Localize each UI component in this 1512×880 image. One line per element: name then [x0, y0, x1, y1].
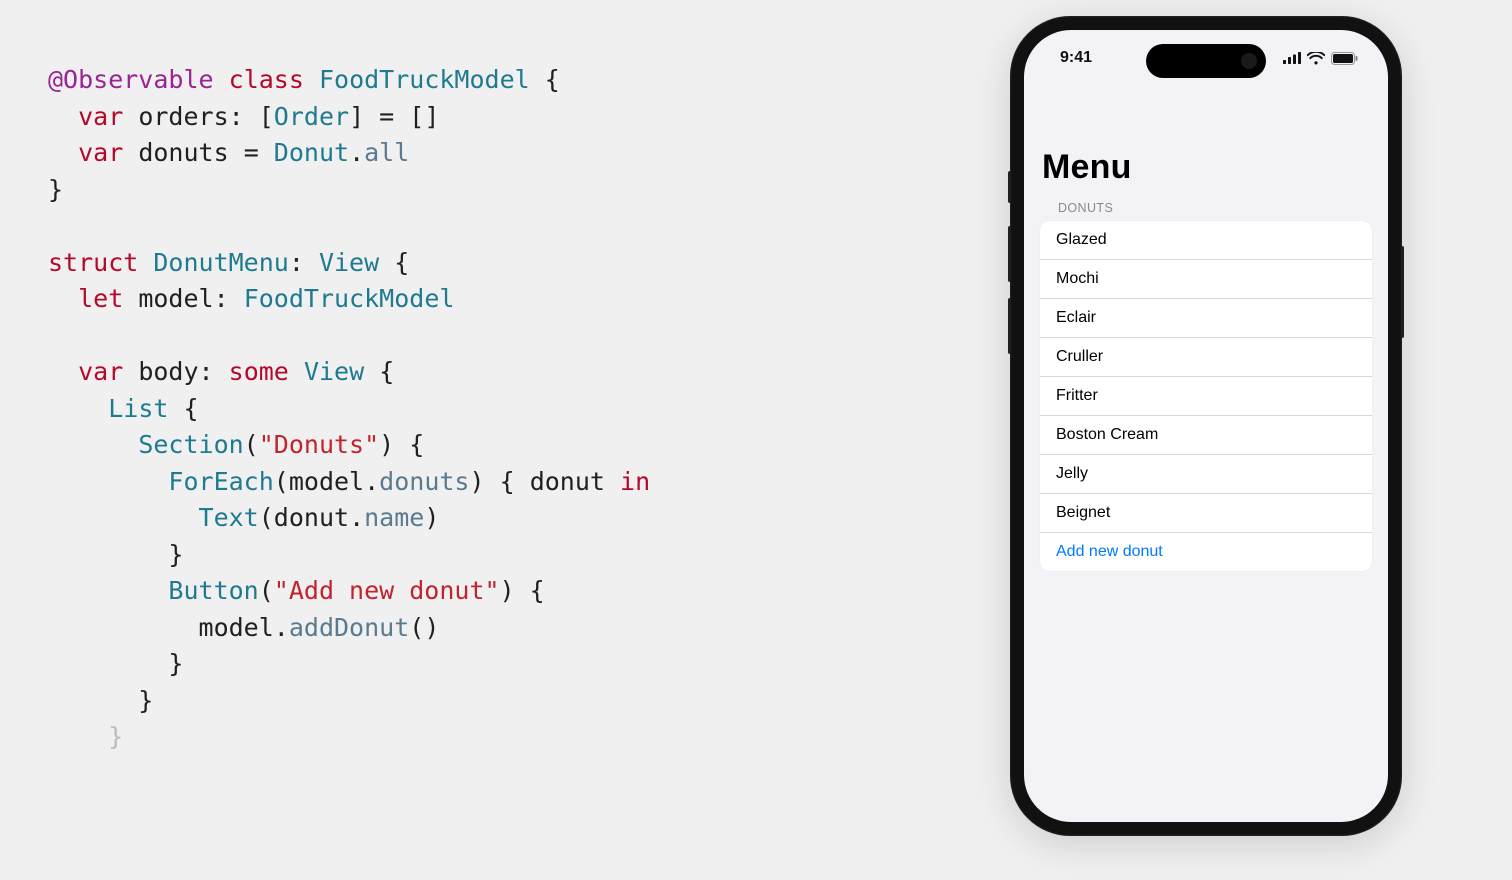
code-line: var orders: [Order] = [] [48, 99, 948, 136]
code-line [48, 208, 948, 245]
cellular-icon [1283, 52, 1301, 64]
list-item[interactable]: Fritter [1040, 377, 1372, 416]
token-type: Button [168, 576, 258, 605]
token-attribute: @Observable [48, 65, 214, 94]
code-line: } [48, 172, 948, 209]
token-member: addDonut [289, 613, 409, 642]
phone-mockup: 9:41 [1010, 16, 1402, 836]
code-line: Text(donut.name) [48, 500, 948, 537]
token-keyword: var [78, 357, 123, 386]
token-keyword: var [78, 102, 123, 131]
token-literal: [] [409, 102, 439, 131]
token-identifier: body [138, 357, 198, 386]
donut-list: Glazed Mochi Eclair Cruller Fritter Bost… [1040, 221, 1372, 571]
token-keyword: in [620, 467, 650, 496]
token-keyword: let [78, 284, 123, 313]
code-line: Button("Add new donut") { [48, 573, 948, 610]
token-type: DonutMenu [153, 248, 288, 277]
token-identifier: donuts [138, 138, 228, 167]
token-type: FoodTruckModel [244, 284, 455, 313]
token-identifier: donut [274, 503, 349, 532]
token-type: Section [138, 430, 243, 459]
token-identifier: model [289, 467, 364, 496]
code-line: } [48, 683, 948, 720]
dynamic-island [1146, 44, 1266, 78]
token-member: donuts [379, 467, 469, 496]
code-line: ForEach(model.donuts) { donut in [48, 464, 948, 501]
code-line: model.addDonut() [48, 610, 948, 647]
token-keyword: some [229, 357, 289, 386]
list-item[interactable]: Cruller [1040, 338, 1372, 377]
phone-screen: 9:41 [1024, 30, 1388, 822]
code-line: Section("Donuts") { [48, 427, 948, 464]
token-keyword: struct [48, 248, 138, 277]
token-identifier: model [138, 284, 213, 313]
camera-icon [1241, 53, 1257, 69]
phone-frame: 9:41 [1010, 16, 1402, 836]
token-type: Order [274, 102, 349, 131]
code-panel: @Observable class FoodTruckModel { var o… [48, 62, 948, 756]
list-item[interactable]: Glazed [1040, 221, 1372, 260]
code-line: var body: some View { [48, 354, 948, 391]
token-string: "Donuts" [259, 430, 379, 459]
token-keyword: var [78, 138, 123, 167]
token-type: View [304, 357, 364, 386]
list-item[interactable]: Jelly [1040, 455, 1372, 494]
code-line: } [48, 719, 948, 756]
token-member: all [364, 138, 409, 167]
list-item[interactable]: Mochi [1040, 260, 1372, 299]
wifi-icon [1307, 52, 1325, 65]
list-item[interactable]: Eclair [1040, 299, 1372, 338]
token-type: List [108, 394, 168, 423]
token-identifier: model [199, 613, 274, 642]
token-type: Text [199, 503, 259, 532]
code-line: List { [48, 391, 948, 428]
token-type: View [319, 248, 379, 277]
section-header: DONUTS [1058, 201, 1372, 215]
code-line: var donuts = Donut.all [48, 135, 948, 172]
code-line: } [48, 646, 948, 683]
code-line [48, 318, 948, 355]
screen-content: Menu DONUTS Glazed Mochi Eclair Cruller … [1024, 142, 1388, 822]
code-line: let model: FoodTruckModel [48, 281, 948, 318]
token-identifier: donut [530, 467, 605, 496]
token-type: FoodTruckModel [319, 65, 530, 94]
token-type: Donut [274, 138, 349, 167]
token-keyword: class [229, 65, 304, 94]
status-time: 9:41 [1060, 49, 1092, 67]
code-line: @Observable class FoodTruckModel { [48, 62, 948, 99]
code-line: struct DonutMenu: View { [48, 245, 948, 282]
add-new-donut-button[interactable]: Add new donut [1040, 533, 1372, 571]
token-identifier: orders [138, 102, 228, 131]
battery-icon [1331, 52, 1358, 65]
code-line: } [48, 537, 948, 574]
token-type: ForEach [168, 467, 273, 496]
token-string: "Add new donut" [274, 576, 500, 605]
list-item[interactable]: Boston Cream [1040, 416, 1372, 455]
token-member: name [364, 503, 424, 532]
nav-title: Menu [1042, 148, 1370, 187]
list-item[interactable]: Beignet [1040, 494, 1372, 533]
